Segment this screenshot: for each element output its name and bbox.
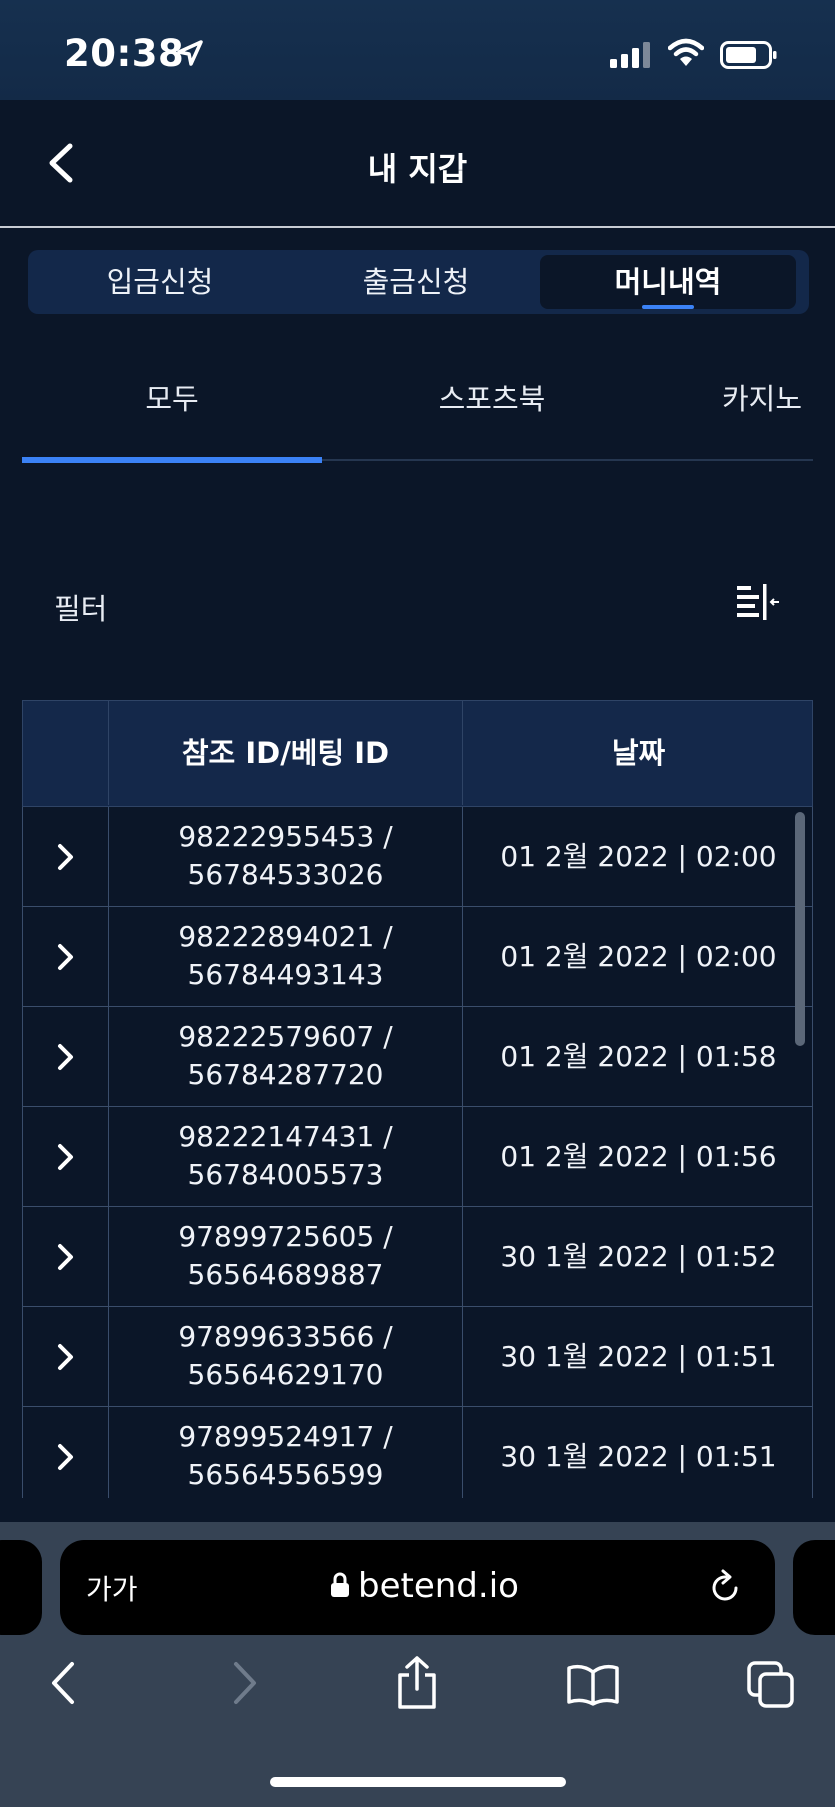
nav-header: 내 지갑 <box>0 100 835 228</box>
date-cell: 01 2월 2022 | 01:56 <box>462 1107 813 1206</box>
ref-id: 97899725605 / <box>178 1220 393 1253</box>
browser-forward-icon[interactable] <box>226 1660 262 1706</box>
location-arrow-icon <box>177 40 203 66</box>
ref-id: 98222955453 / <box>178 820 393 853</box>
tab-money-history[interactable]: 머니내역 <box>540 255 796 309</box>
status-time: 20:38 <box>64 32 185 75</box>
ref-bet-id-cell: 98222579607 / 56784287720 <box>108 1007 462 1106</box>
previous-tab-pill[interactable] <box>0 1540 42 1635</box>
url-text: betend.io <box>358 1566 519 1606</box>
subtab-sportsbook[interactable]: 스포츠북 <box>342 376 642 418</box>
tab-deposit-request[interactable]: 입금신청 <box>34 255 286 309</box>
tab-money-history-label: 머니내역 <box>614 265 722 299</box>
browser-back-icon[interactable] <box>46 1660 82 1706</box>
tab-withdraw-request[interactable]: 출금신청 <box>290 255 542 309</box>
chevron-right-icon <box>57 1443 73 1470</box>
text-size-button[interactable]: 가가 <box>86 1568 138 1608</box>
date-cell: 30 1월 2022 | 01:51 <box>462 1407 813 1498</box>
col-header-expand <box>23 701 108 805</box>
ref-bet-id-cell: 97899633566 / 56564629170 <box>108 1307 462 1406</box>
table-row[interactable]: 97899633566 / 56564629170 30 1월 2022 | 01… <box>22 1307 813 1407</box>
col-header-ref-id: 참조 ID/베팅 ID <box>108 701 462 805</box>
expand-row-button[interactable] <box>23 1207 108 1306</box>
bet-id: 56784005573 <box>187 1158 384 1191</box>
bet-id: 56784287720 <box>187 1058 384 1091</box>
bet-id: 56784533026 <box>187 858 384 891</box>
home-indicator <box>270 1777 566 1787</box>
status-bar: 20:38 <box>0 0 835 100</box>
ref-bet-id-cell: 98222955453 / 56784533026 <box>108 807 462 906</box>
table-header: 참조 ID/베팅 ID 날짜 <box>22 700 813 807</box>
tabs-icon[interactable] <box>746 1660 796 1710</box>
chevron-right-icon <box>57 843 73 870</box>
bet-id: 56564629170 <box>187 1358 384 1391</box>
table-row[interactable]: 98222955453 / 56784533026 01 2월 2022 | 02… <box>22 807 813 907</box>
chevron-right-icon <box>57 943 73 970</box>
expand-row-button[interactable] <box>23 807 108 906</box>
subtab-active-indicator <box>22 457 322 463</box>
expand-row-button[interactable] <box>23 907 108 1006</box>
active-tab-indicator <box>642 305 694 309</box>
chevron-right-icon <box>57 1043 73 1070</box>
money-history-table: 참조 ID/베팅 ID 날짜 98222955453 / 56784533026 … <box>22 700 813 1498</box>
date-cell: 01 2월 2022 | 02:00 <box>462 907 813 1006</box>
date-cell: 30 1월 2022 | 01:51 <box>462 1307 813 1406</box>
expand-row-button[interactable] <box>23 1007 108 1106</box>
wifi-icon <box>668 38 704 66</box>
segment-tabs: 입금신청 출금신청 머니내역 <box>28 250 809 314</box>
ref-id: 98222147431 / <box>178 1120 393 1153</box>
table-scrollbar[interactable] <box>795 812 805 1046</box>
expand-row-button[interactable] <box>23 1307 108 1406</box>
filter-label[interactable]: 필터 <box>54 586 107 628</box>
bet-id: 56784493143 <box>187 958 384 991</box>
col-header-date: 날짜 <box>462 701 813 805</box>
ref-id: 98222894021 / <box>178 920 393 953</box>
ref-bet-id-cell: 98222894021 / 56784493143 <box>108 907 462 1006</box>
expand-row-button[interactable] <box>23 1407 108 1498</box>
filter-toggle-icon[interactable] <box>735 582 781 622</box>
next-tab-pill[interactable] <box>793 1540 835 1635</box>
table-row[interactable]: 98222894021 / 56784493143 01 2월 2022 | 02… <box>22 907 813 1007</box>
ref-bet-id-cell: 98222147431 / 56784005573 <box>108 1107 462 1206</box>
chevron-right-icon <box>57 1143 73 1170</box>
ref-id: 97899524917 / <box>178 1420 393 1453</box>
ref-id: 98222579607 / <box>178 1020 393 1053</box>
table-row[interactable]: 97899725605 / 56564689887 30 1월 2022 | 01… <box>22 1207 813 1307</box>
bet-id: 56564556599 <box>187 1458 384 1491</box>
ref-id: 97899633566 / <box>178 1320 393 1353</box>
address-bar[interactable]: 가가 betend.io <box>60 1540 775 1635</box>
date-cell: 01 2월 2022 | 01:58 <box>462 1007 813 1106</box>
page-title: 내 지갑 <box>367 150 468 188</box>
table-row[interactable]: 98222579607 / 56784287720 01 2월 2022 | 01… <box>22 1007 813 1107</box>
lock-icon <box>331 1572 349 1597</box>
reload-icon[interactable] <box>708 1568 744 1606</box>
battery-icon <box>720 41 777 69</box>
date-cell: 30 1월 2022 | 01:52 <box>462 1207 813 1306</box>
chevron-right-icon <box>57 1343 73 1370</box>
subtab-casino[interactable]: 카지노 <box>722 376 835 418</box>
chevron-right-icon <box>57 1243 73 1270</box>
bet-id: 56564689887 <box>187 1258 384 1291</box>
ref-bet-id-cell: 97899524917 / 56564556599 <box>108 1407 462 1498</box>
date-cell: 01 2월 2022 | 02:00 <box>462 807 813 906</box>
cellular-signal-icon <box>610 42 650 68</box>
bookmarks-icon[interactable] <box>566 1664 620 1706</box>
category-tabs: 모두 스포츠북 카지노 <box>22 370 813 464</box>
share-icon[interactable] <box>394 1655 440 1711</box>
table-row[interactable]: 97899524917 / 56564556599 30 1월 2022 | 01… <box>22 1407 813 1498</box>
subtab-all[interactable]: 모두 <box>22 376 322 418</box>
table-row[interactable]: 98222147431 / 56784005573 01 2월 2022 | 01… <box>22 1107 813 1207</box>
ref-bet-id-cell: 97899725605 / 56564689887 <box>108 1207 462 1306</box>
expand-row-button[interactable] <box>23 1107 108 1206</box>
